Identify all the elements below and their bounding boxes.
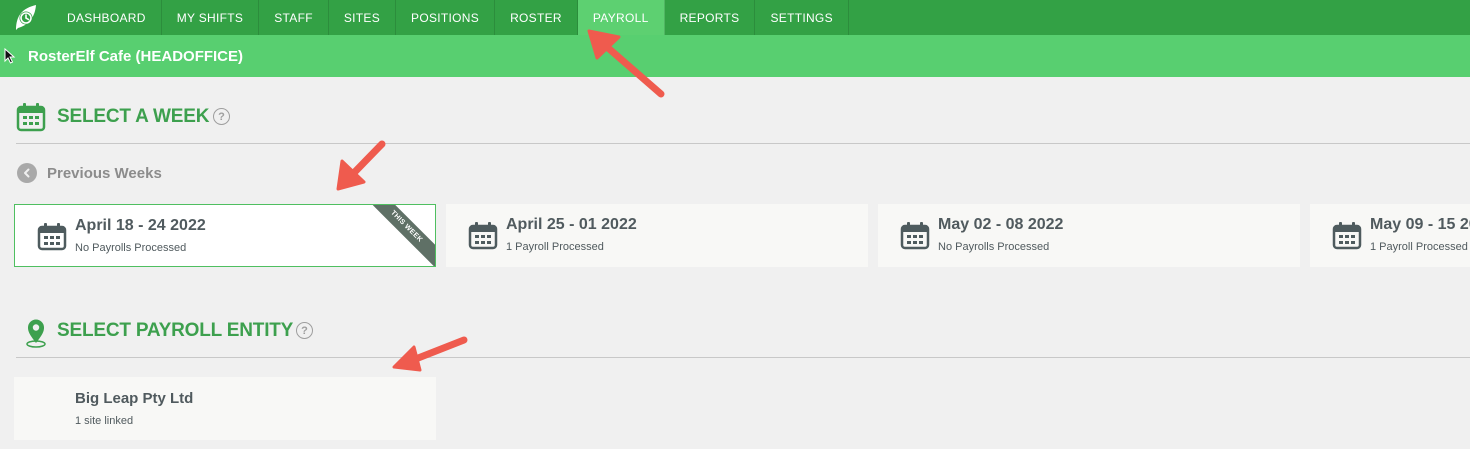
week-card[interactable]: May 02 - 08 2022 No Payrolls Processed bbox=[878, 204, 1300, 267]
select-payroll-entity-heading: SELECT PAYROLL ENTITY bbox=[57, 320, 294, 341]
nav-positions[interactable]: POSITIONS bbox=[396, 0, 496, 35]
site-title: RosterElf Cafe (HEADOFFICE) bbox=[28, 48, 244, 65]
week-card-status: No Payrolls Processed bbox=[938, 241, 1050, 253]
calendar-icon bbox=[16, 103, 46, 132]
nav-dashboard[interactable]: DASHBOARD bbox=[52, 0, 162, 35]
section-divider bbox=[16, 357, 1470, 358]
select-week-heading: SELECT A WEEK bbox=[57, 106, 210, 127]
week-card[interactable]: April 18 - 24 2022 No Payrolls Processed… bbox=[14, 204, 436, 267]
nav-sites[interactable]: SITES bbox=[329, 0, 397, 35]
nav-roster[interactable]: ROSTER bbox=[495, 0, 578, 35]
annotation-arrow-icon bbox=[336, 140, 386, 191]
week-card-title: April 18 - 24 2022 bbox=[75, 217, 206, 234]
week-card-title: May 09 - 15 2022 bbox=[1370, 216, 1470, 233]
calendar-icon bbox=[468, 222, 498, 250]
this-week-ribbon: THIS WEEK bbox=[361, 205, 435, 266]
section-divider bbox=[16, 143, 1470, 144]
nav-staff[interactable]: STAFF bbox=[259, 0, 329, 35]
cursor-icon bbox=[4, 48, 16, 64]
payroll-entity-card[interactable]: Big Leap Pty Ltd 1 site linked bbox=[14, 377, 436, 440]
chevron-left-icon bbox=[17, 163, 37, 183]
annotation-arrow-icon bbox=[587, 29, 665, 98]
site-header-bar: RosterElf Cafe (HEADOFFICE) bbox=[0, 35, 1470, 77]
previous-weeks-link[interactable]: Previous Weeks bbox=[17, 163, 162, 183]
previous-weeks-label: Previous Weeks bbox=[47, 164, 162, 182]
help-circle-icon[interactable]: ? bbox=[213, 108, 230, 125]
calendar-icon bbox=[37, 223, 67, 251]
app-logo[interactable] bbox=[0, 0, 52, 35]
week-card-status: 1 Payroll Processed bbox=[506, 241, 604, 253]
entity-name: Big Leap Pty Ltd bbox=[75, 390, 194, 407]
top-navigation: DASHBOARD MY SHIFTS STAFF SITES POSITION… bbox=[0, 0, 1470, 35]
annotation-arrow-icon bbox=[392, 336, 468, 372]
week-card-status: No Payrolls Processed bbox=[75, 242, 187, 254]
map-pin-icon bbox=[26, 319, 46, 348]
entity-sites-linked: 1 site linked bbox=[75, 415, 134, 427]
calendar-icon bbox=[900, 222, 930, 250]
nav-reports[interactable]: REPORTS bbox=[665, 0, 756, 35]
week-card[interactable]: April 25 - 01 2022 1 Payroll Processed bbox=[446, 204, 868, 267]
calendar-icon bbox=[1332, 222, 1362, 250]
help-circle-icon[interactable]: ? bbox=[296, 322, 313, 339]
week-card[interactable]: May 09 - 15 2022 1 Payroll Processed bbox=[1310, 204, 1470, 267]
nav-settings[interactable]: SETTINGS bbox=[755, 0, 849, 35]
week-card-title: April 25 - 01 2022 bbox=[506, 216, 637, 233]
leaf-clock-logo-icon bbox=[16, 4, 36, 30]
week-card-title: May 02 - 08 2022 bbox=[938, 216, 1064, 233]
nav-my-shifts[interactable]: MY SHIFTS bbox=[162, 0, 260, 35]
week-card-status: 1 Payroll Processed bbox=[1370, 241, 1468, 253]
